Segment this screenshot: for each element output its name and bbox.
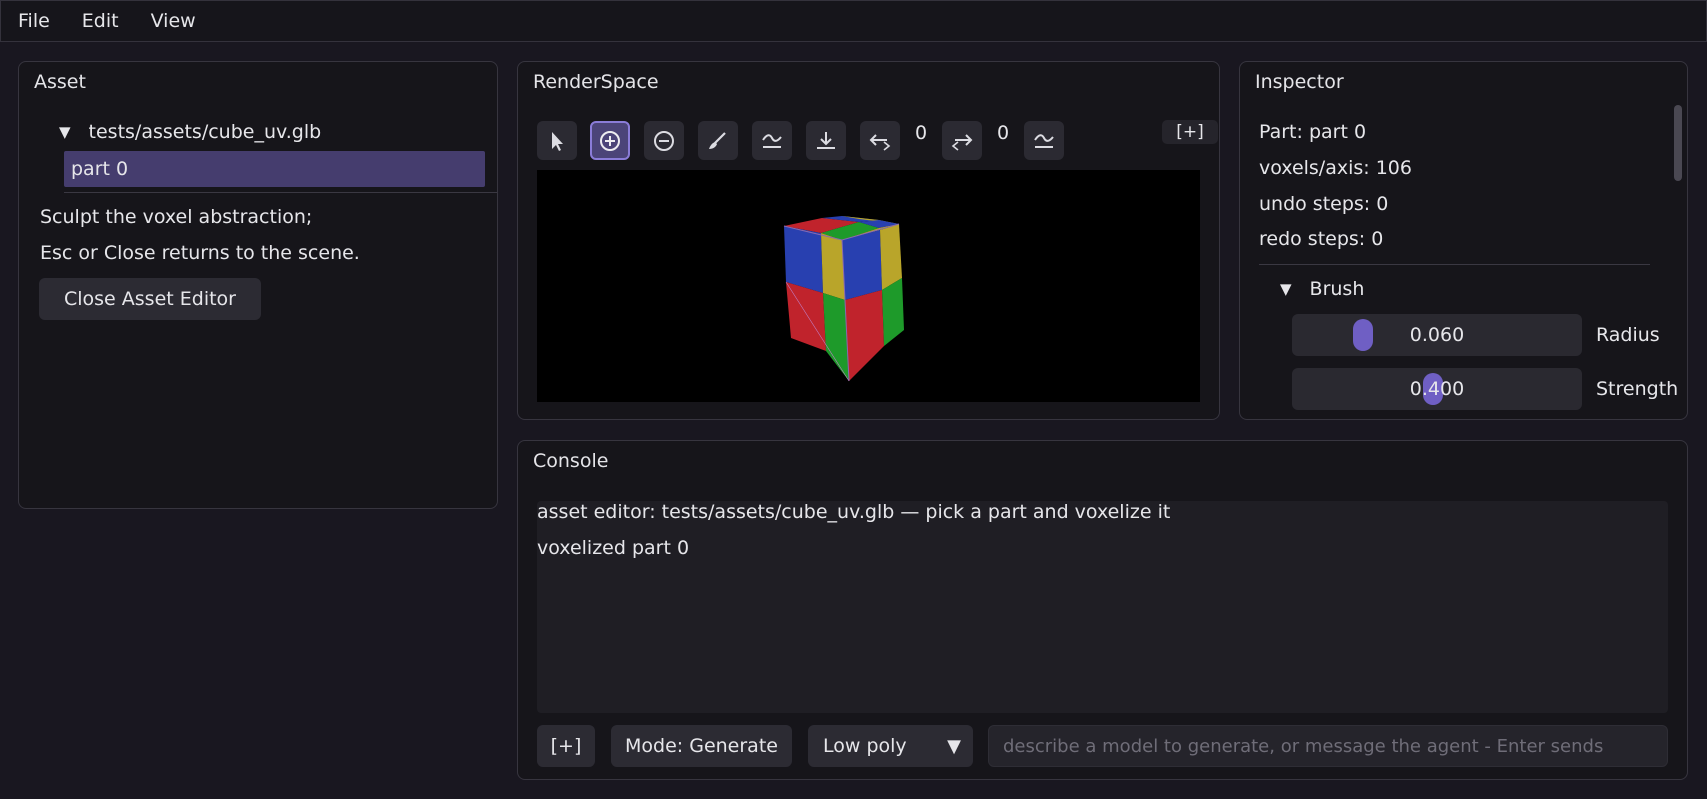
console-expand-button[interactable]: [+] [537, 725, 595, 767]
asset-file-label: tests/assets/cube_uv.glb [88, 121, 322, 143]
quality-select[interactable]: Low poly ▼ [808, 725, 973, 767]
asset-help-text: Sculpt the voxel abstraction; [40, 206, 313, 228]
console-log: asset editor: tests/assets/cube_uv.glb —… [537, 501, 1668, 713]
undo-count: 0 [915, 122, 928, 144]
close-asset-editor-button[interactable]: Close Asset Editor [39, 278, 261, 320]
asset-part-label: part 0 [71, 158, 129, 180]
mode-toggle-button[interactable]: Mode: Generate [611, 725, 792, 767]
brush-section-header[interactable]: ▼ Brush [1280, 278, 1364, 300]
remove-voxel-icon [654, 130, 674, 151]
log-line: asset editor: tests/assets/cube_uv.glb —… [537, 501, 1171, 523]
redo-button[interactable] [942, 121, 982, 160]
add-voxel-tool-button[interactable] [590, 121, 630, 160]
mode-label: Mode: Generate [625, 735, 778, 757]
remove-voxel-tool-button[interactable] [644, 121, 684, 160]
console-panel: Console asset editor: tests/assets/cube_… [517, 440, 1688, 780]
slider-handle[interactable] [1353, 319, 1374, 351]
close-asset-editor-label: Close Asset Editor [63, 288, 236, 310]
fullscreen-label: [+] [1176, 122, 1204, 142]
inspector-undo-steps: undo steps: 0 [1259, 193, 1389, 215]
console-title: Console [533, 450, 609, 472]
log-line: voxelized part 0 [537, 537, 690, 559]
inspector-voxels: voxels/axis: 106 [1259, 157, 1412, 179]
inspector-panel: Inspector Part: part 0 voxels/axis: 106 … [1239, 61, 1688, 420]
menu-bar: File Edit View [0, 0, 1707, 42]
smooth-tool-button[interactable] [752, 121, 792, 160]
radius-label: Radius [1596, 324, 1660, 346]
brush-tool-button[interactable] [698, 121, 738, 160]
brush-section-title: Brush [1309, 278, 1365, 300]
caret-down-icon[interactable]: ▼ [1280, 280, 1292, 298]
smooth-alt-icon [1034, 133, 1054, 148]
console-expand-label: [+] [550, 735, 582, 757]
inspector-redo-steps: redo steps: 0 [1259, 228, 1384, 250]
add-voxel-icon [600, 130, 620, 151]
menu-view[interactable]: View [151, 10, 196, 32]
dropdown-arrow-icon: ▼ [947, 735, 961, 757]
menu-edit[interactable]: Edit [82, 10, 119, 32]
renderspace-panel: RenderSpace 0 0 [+] [517, 61, 1220, 420]
asset-panel-title: Asset [34, 71, 86, 93]
inspector-part: Part: part 0 [1259, 121, 1367, 143]
select-icon [552, 131, 563, 151]
prompt-input[interactable] [988, 725, 1668, 767]
caret-down-icon[interactable]: ▼ [59, 123, 71, 141]
radius-slider[interactable]: 0.060 [1292, 314, 1582, 356]
undo-icon [869, 133, 891, 151]
quality-value: Low poly [823, 735, 907, 757]
strength-slider[interactable]: 0.400 [1292, 368, 1582, 410]
inspector-title: Inspector [1255, 71, 1344, 93]
asset-panel: Asset ▼ tests/assets/cube_uv.glb part 0 … [18, 61, 498, 509]
divider [64, 192, 497, 193]
brush-icon [709, 131, 726, 149]
renderspace-title: RenderSpace [533, 71, 659, 93]
asset-part-item[interactable]: part 0 [64, 151, 485, 187]
fullscreen-button[interactable]: [+] [1162, 120, 1218, 144]
render-viewport[interactable] [537, 170, 1200, 402]
flatten-tool-button[interactable] [806, 121, 846, 160]
redo-count: 0 [997, 122, 1010, 144]
radius-value: 0.060 [1409, 324, 1465, 346]
flatten-icon [817, 131, 835, 149]
smooth-alt-tool-button[interactable] [1024, 121, 1064, 160]
strength-label: Strength [1596, 378, 1679, 400]
divider [1259, 264, 1650, 265]
select-tool-button[interactable] [537, 121, 577, 160]
menu-file[interactable]: File [18, 10, 50, 32]
asset-help-text: Esc or Close returns to the scene. [40, 242, 360, 264]
voxel-cube-render [783, 216, 904, 382]
undo-button[interactable] [860, 121, 900, 160]
scrollbar-thumb[interactable] [1674, 105, 1682, 181]
strength-value: 0.400 [1409, 378, 1465, 400]
smooth-icon [762, 133, 782, 148]
redo-icon [951, 133, 973, 151]
asset-tree-root[interactable]: ▼ tests/assets/cube_uv.glb [59, 121, 321, 143]
